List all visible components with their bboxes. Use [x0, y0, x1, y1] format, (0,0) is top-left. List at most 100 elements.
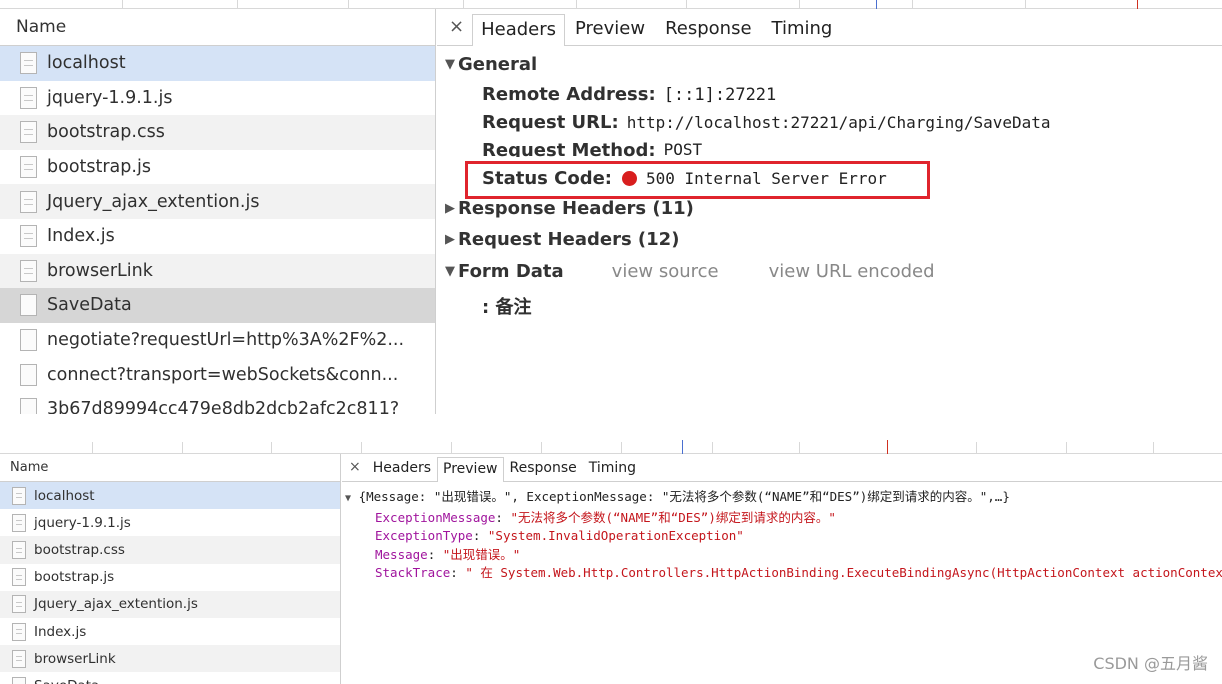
request-name: Index.js: [47, 226, 115, 247]
tab-preview[interactable]: Preview: [437, 457, 504, 482]
file-icon: [12, 595, 26, 614]
request-row[interactable]: bootstrap.css: [0, 115, 435, 150]
tab-preview[interactable]: Preview: [565, 13, 655, 45]
close-icon[interactable]: ×: [347, 459, 367, 481]
file-icon: [12, 649, 26, 668]
json-key: Message: [375, 546, 428, 562]
request-row[interactable]: localhost: [0, 46, 435, 81]
request-name: jquery-1.9.1.js: [34, 514, 131, 531]
request-name: jquery-1.9.1.js: [47, 87, 173, 108]
request-row[interactable]: bootstrap.js: [0, 149, 435, 185]
tab-timing[interactable]: Timing: [583, 456, 642, 481]
collapsed-triangle-icon: ▶: [445, 201, 455, 216]
json-key: ExceptionMessage: [375, 509, 496, 525]
form-data-title: Form Data: [458, 261, 564, 282]
request-name: bootstrap.css: [47, 122, 165, 143]
json-preview: ▼ {Message: "出现错误。", ExceptionMessage: "…: [342, 482, 1222, 583]
close-icon[interactable]: ×: [445, 16, 472, 45]
request-name: localhost: [47, 53, 126, 74]
request-row[interactable]: Index.js: [0, 617, 340, 646]
request-details: × Headers Preview Response Timing ▼ Gene…: [437, 9, 1222, 414]
request-row[interactable]: Jquery_ajax_extention.js: [0, 590, 340, 618]
request-row[interactable]: bootstrap.js: [0, 563, 340, 591]
request-details: × Headers Preview Response Timing ▼ {Mes…: [342, 454, 1222, 684]
json-key: ExceptionType: [375, 528, 473, 543]
request-row[interactable]: browserLink: [0, 645, 340, 673]
request-headers-toggle[interactable]: ▶ Request Headers (12): [445, 229, 679, 250]
request-headers-title: Request Headers (12): [458, 229, 680, 250]
general-section-toggle[interactable]: ▼ General: [445, 54, 537, 75]
request-method-label: Request Method:: [482, 140, 656, 157]
request-row[interactable]: negotiate?requestUrl=http%3A%2F%2...: [0, 322, 435, 358]
file-icon: [20, 156, 37, 179]
remote-address-label: Remote Address:: [482, 84, 656, 105]
json-property: StackTrace: " 在 System.Web.Http.Controll…: [375, 564, 1222, 583]
json-value: "System.InvalidOperationException": [487, 528, 744, 543]
detail-tabs: × Headers Preview Response Timing: [437, 9, 1222, 46]
request-row[interactable]: jquery-1.9.1.js: [0, 80, 435, 116]
tab-response[interactable]: Response: [655, 13, 761, 45]
json-property: Message: "出现错误。": [375, 546, 521, 562]
request-name: SaveData: [47, 295, 132, 316]
blank-file-icon: [12, 676, 26, 684]
request-row[interactable]: browserLink: [0, 253, 435, 289]
json-value: " 在 System.Web.Http.Controllers.HttpActi…: [465, 565, 1222, 580]
request-row[interactable]: SaveData: [0, 288, 435, 323]
file-icon: [12, 540, 26, 559]
form-data-toggle[interactable]: ▼ Form Data view source view URL encoded: [445, 261, 935, 282]
form-data-entry: : 备注: [482, 297, 532, 318]
request-row[interactable]: jquery-1.9.1.js: [0, 509, 340, 537]
request-row[interactable]: Index.js: [0, 218, 435, 254]
request-name: browserLink: [47, 260, 153, 281]
name-column-header[interactable]: Name: [0, 9, 435, 46]
request-row[interactable]: localhost: [0, 482, 340, 510]
name-column-header[interactable]: Name: [0, 454, 340, 482]
request-name: SaveData: [34, 678, 99, 684]
request-name: localhost: [34, 487, 95, 504]
tab-headers[interactable]: Headers: [472, 14, 566, 46]
response-headers-toggle[interactable]: ▶ Response Headers (11): [445, 198, 694, 219]
request-list: Name localhost jquery-1.9.1.js bootstrap.c…: [0, 454, 341, 684]
request-row[interactable]: connect?transport=webSockets&conn...: [0, 357, 435, 392]
json-root-node[interactable]: ▼ {Message: "出现错误。", ExceptionMessage: "…: [345, 488, 1222, 509]
detail-tabs: × Headers Preview Response Timing: [342, 454, 1222, 482]
timeline-ruler: [0, 0, 1222, 9]
view-url-encoded-link[interactable]: view URL encoded: [769, 261, 935, 282]
network-panel-small: Name localhost jquery-1.9.1.js bootstrap.c…: [0, 436, 1222, 684]
expanded-triangle-icon: ▼: [445, 264, 455, 279]
file-icon: [12, 513, 26, 532]
json-value: "无法将多个参数(“NAME”和“DES”)绑定到请求的内容。": [510, 509, 836, 525]
tab-response[interactable]: Response: [504, 456, 583, 481]
request-name: negotiate?requestUrl=http%3A%2F%2...: [47, 330, 405, 351]
response-headers-title: Response Headers (11): [458, 198, 694, 219]
json-key: StackTrace: [375, 565, 451, 580]
remote-address-value: [::1]:27221: [663, 84, 777, 105]
request-row[interactable]: 3b67d89994cc479e8db2dcb2afc2c811?: [0, 391, 435, 414]
view-source-link[interactable]: view source: [612, 261, 719, 282]
json-property: ExceptionMessage: "无法将多个参数(“NAME”和“DES”)…: [375, 509, 836, 525]
file-icon: [12, 622, 26, 641]
file-icon: [12, 486, 26, 505]
file-icon: [20, 190, 37, 213]
file-icon: [12, 568, 26, 587]
file-icon: [20, 86, 37, 109]
request-name: 3b67d89994cc479e8db2dcb2afc2c811?: [47, 399, 400, 414]
name-column-label: Name: [10, 460, 49, 475]
request-row[interactable]: SaveData: [0, 672, 340, 684]
request-name: Jquery_ajax_extention.js: [34, 596, 198, 613]
file-icon: [20, 52, 37, 75]
request-name: bootstrap.css: [34, 541, 125, 558]
request-name: bootstrap.js: [47, 157, 151, 178]
remote-address-row: Remote Address: [::1]:27221: [482, 84, 776, 105]
network-panel-large: Name localhost jquery-1.9.1.js bootstrap.c…: [0, 0, 1222, 414]
tab-timing[interactable]: Timing: [762, 13, 843, 45]
request-url-row: Request URL: http://localhost:27221/api/…: [482, 112, 1051, 133]
request-list: Name localhost jquery-1.9.1.js bootstrap.c…: [0, 9, 436, 414]
tab-headers[interactable]: Headers: [367, 456, 437, 481]
expanded-triangle-icon: ▼: [345, 493, 352, 504]
request-row[interactable]: bootstrap.css: [0, 536, 340, 564]
request-name: connect?transport=webSockets&conn...: [47, 364, 399, 385]
request-row[interactable]: Jquery_ajax_extention.js: [0, 184, 435, 219]
collapsed-triangle-icon: ▶: [445, 232, 455, 247]
request-name: Jquery_ajax_extention.js: [47, 191, 260, 212]
